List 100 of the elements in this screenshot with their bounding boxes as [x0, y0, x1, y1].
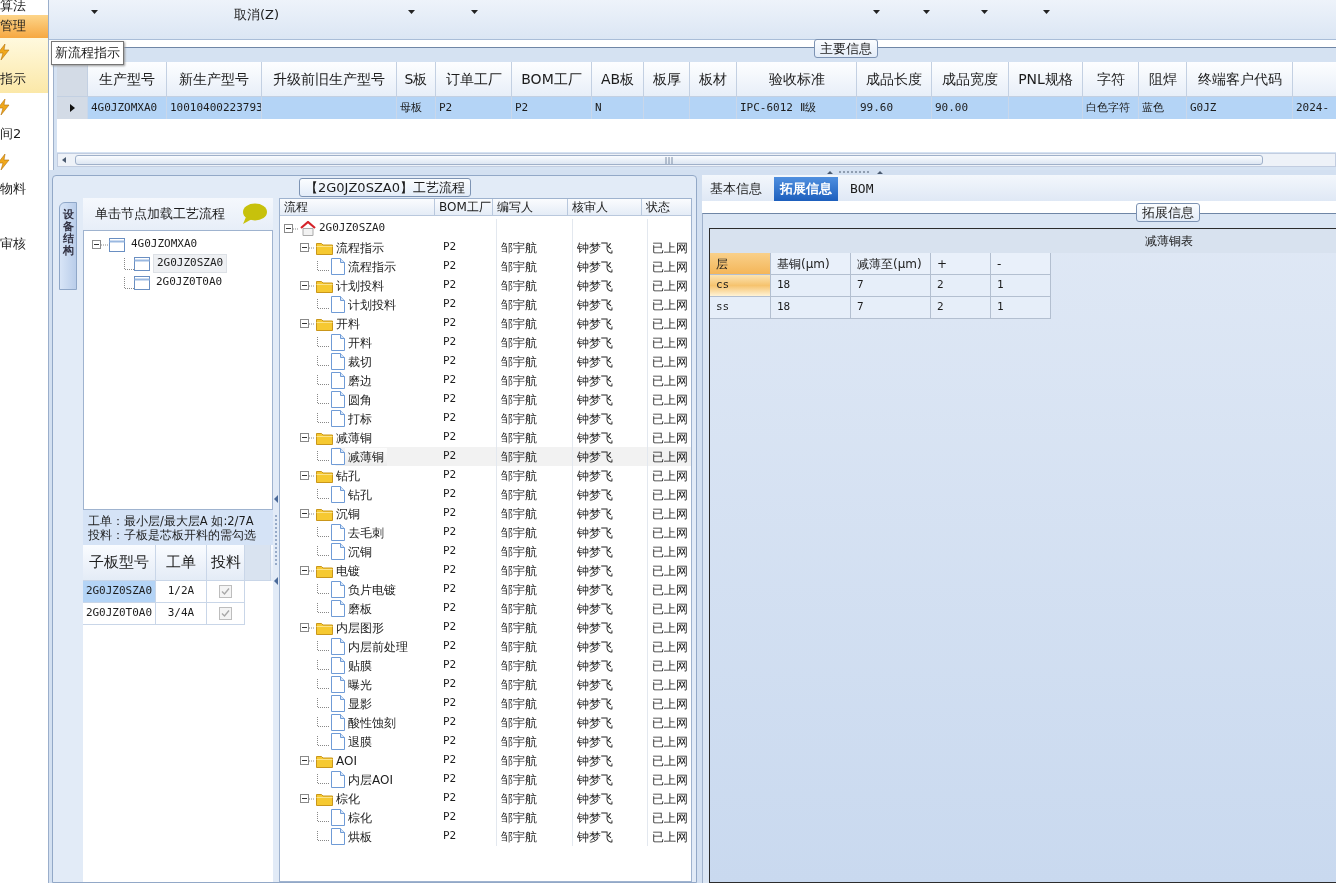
table-cell: 钟梦飞 [573, 504, 648, 523]
sidebar-item[interactable]: 指示 [0, 38, 48, 93]
table-cell: P2 [512, 97, 592, 119]
table-cell: P2 [439, 238, 497, 257]
tab[interactable]: 基本信息 [704, 177, 768, 201]
document-icon [331, 543, 345, 560]
table-cell: 钟梦飞 [573, 732, 648, 751]
column-header[interactable]: 流程 [280, 199, 435, 216]
column-header[interactable]: 编写人 [493, 199, 568, 216]
tree-node[interactable]: AOI [333, 751, 360, 770]
tree-node[interactable]: 内层AOI [345, 770, 396, 789]
tree-node[interactable]: 减薄铜 [333, 428, 375, 447]
tree-node[interactable]: 棕化 [345, 808, 375, 827]
table-cell: 白色字符 [1083, 97, 1139, 119]
caret-icon [91, 10, 98, 14]
table-cell: 已上网 [648, 276, 691, 295]
lightning-icon [0, 44, 11, 60]
tree-node[interactable]: 打标 [345, 409, 375, 428]
table-cell: P2 [439, 523, 497, 542]
tree-node[interactable]: 开料 [345, 333, 375, 352]
table-cell: 钟梦飞 [573, 485, 648, 504]
tree-node[interactable]: 2G0JZ0T0A0 [153, 274, 226, 291]
sidebar-item[interactable]: 算法 [0, 0, 48, 15]
tree-node[interactable]: 2G0JZ0SZA0 [316, 219, 389, 238]
tree-node[interactable]: 磨边 [345, 371, 375, 390]
tree-node[interactable]: 内层前处理 [345, 637, 411, 656]
document-icon [331, 771, 345, 788]
tree-node[interactable]: 流程指示 [333, 238, 387, 257]
column-header[interactable]: 工单 [156, 545, 207, 581]
column-header[interactable]: - [991, 253, 1051, 275]
tree-node[interactable]: 曝光 [345, 675, 375, 694]
collapse-icon [284, 224, 293, 233]
column-header[interactable]: 基铜(μm) [771, 253, 851, 275]
tree-node[interactable]: 圆角 [345, 390, 375, 409]
document-icon [331, 486, 345, 503]
table-cell: 钟梦飞 [573, 371, 648, 390]
sidebar-item[interactable]: 物料 [0, 148, 48, 203]
table-cell: 已上网 [648, 295, 691, 314]
table-cell: 邹宇航 [497, 732, 573, 751]
table-cell[interactable]: cs [710, 275, 771, 297]
tree-node[interactable]: 显影 [345, 694, 375, 713]
tree-node[interactable]: 钻孔 [333, 466, 363, 485]
tree-node[interactable]: 裁切 [345, 352, 375, 371]
tree-node[interactable]: 电镀 [333, 561, 363, 580]
sidebar-item[interactable]: 管理 [0, 15, 48, 38]
table-cell: P2 [439, 675, 497, 694]
tree-node[interactable]: 内层图形 [333, 618, 387, 637]
tree-node[interactable]: 2G0JZ0SZA0 [153, 254, 228, 273]
table-cell: G0JZ [1187, 97, 1293, 119]
tree-node[interactable]: 开料 [333, 314, 363, 333]
document-icon [331, 391, 345, 408]
tree-node[interactable]: 退膜 [345, 732, 375, 751]
table-cell[interactable]: ss [710, 297, 771, 319]
table-cell: P2 [439, 808, 497, 827]
tab[interactable]: 拓展信息 [774, 177, 838, 201]
table-cell: 钟梦飞 [573, 618, 648, 637]
table-cell: 已上网 [648, 789, 691, 808]
table-cell: 邹宇航 [497, 371, 573, 390]
ribbon-label[interactable]: 取消(Z) [234, 5, 280, 25]
tree-node[interactable]: 沉铜 [333, 504, 363, 523]
column-header[interactable]: + [931, 253, 991, 275]
collapse-icon [300, 756, 309, 765]
column-header[interactable]: BOM工厂 [435, 199, 493, 216]
tree-node[interactable]: 沉铜 [345, 542, 375, 561]
hint-text: 单击节点加载工艺流程 [95, 205, 225, 224]
tree-node[interactable]: 酸性蚀刻 [345, 713, 399, 732]
board-icon [134, 256, 150, 271]
table-cell: 钟梦飞 [573, 713, 648, 732]
sidebar-item[interactable]: 间2 [0, 93, 48, 148]
tree-connector [316, 260, 330, 273]
column-header[interactable]: 层 [710, 253, 771, 275]
table-cell: 邹宇航 [497, 789, 573, 808]
column-header[interactable]: 减薄至(μm) [851, 253, 931, 275]
table-cell: 已上网 [648, 238, 691, 257]
tree-node[interactable]: 减薄铜 [345, 447, 387, 466]
table-cell: 1 [991, 297, 1051, 319]
tree-node[interactable]: 钻孔 [345, 485, 375, 504]
tree-node[interactable]: 磨板 [345, 599, 375, 618]
table-cell: P2 [439, 656, 497, 675]
table-cell: 2 [931, 275, 991, 297]
tree-node[interactable]: 去毛刺 [345, 523, 387, 542]
tree-node[interactable]: 4G0JZOMXA0 [128, 236, 201, 253]
table-cell: 钟梦飞 [573, 789, 648, 808]
column-header[interactable]: 核审人 [568, 199, 642, 216]
tree-node[interactable]: 烘板 [345, 827, 375, 846]
tree-node[interactable]: 流程指示 [345, 257, 399, 276]
tree-node[interactable]: 棕化 [333, 789, 363, 808]
table-cell: 钟梦飞 [573, 314, 648, 333]
tree-node[interactable]: 计划投料 [333, 276, 387, 295]
sidebar-item[interactable]: 审核 [0, 233, 48, 256]
tree-connector [316, 374, 330, 387]
table-cell: 邹宇航 [497, 827, 573, 846]
document-icon [331, 581, 345, 598]
tree-node[interactable]: 贴膜 [345, 656, 375, 675]
table-cell: 10010400223793 [167, 97, 262, 119]
tab[interactable]: BOM [844, 177, 880, 201]
tree-node[interactable]: 计划投料 [345, 295, 399, 314]
side-tab[interactable]: 设备结构 [59, 202, 77, 290]
tree-node[interactable]: 负片电镀 [345, 580, 399, 599]
column-header[interactable]: 状态 [642, 199, 691, 216]
